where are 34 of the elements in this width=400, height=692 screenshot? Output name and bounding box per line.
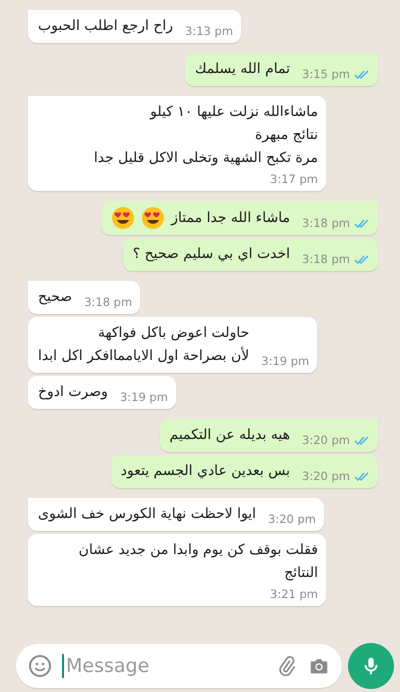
message-field[interactable]: Message (16, 644, 342, 688)
message-text: وصرت ادوخ (38, 383, 108, 402)
message-time: 3:20 pm (268, 512, 316, 526)
message-text: ايوا لاحظت نهاية الكورس خف الشوى (38, 505, 256, 524)
message-text: ماشاءالله نزلت عليها ١٠ كيلو (148, 103, 318, 122)
message-time: 3:19 pm (120, 390, 168, 404)
message-time: 3:21 pm (270, 587, 318, 601)
message-text: راح ارجع اطلب الحبوب (38, 17, 174, 36)
message-text: لأن بصراحة اول الايامماافكر اكل ابدا (38, 346, 250, 366)
message-text: صحيح (38, 288, 72, 307)
message-input[interactable]: Message (62, 654, 266, 678)
message-text: تمام الله يسلمك (194, 60, 290, 79)
message-text: ماشاء الله جدا ممتاز (171, 208, 290, 228)
message-time: 3:20 pm (302, 469, 350, 483)
message-time: 3:18 pm (302, 252, 350, 266)
message-time: 3:13 pm (185, 24, 234, 38)
microphone-button[interactable] (348, 643, 394, 689)
heart-eyes-emoji-icon (111, 206, 136, 230)
message-time: 3:17 pm (270, 172, 318, 186)
message-time: 3:19 pm (261, 354, 310, 368)
message-text: فقلت بوقف كن يوم وابدا من جديد عشان (78, 541, 318, 560)
message-text: حاولت اعوض باكل فواكهة (96, 324, 250, 343)
message-text: اخدت اي بي سليم صحيح ؟ (132, 245, 290, 264)
message-text: مرة تكبح الشهية وتخلى الاكل قليل جدا (94, 149, 318, 168)
emoji-icon[interactable] (28, 654, 52, 678)
message-text: نتائج مبهرة (254, 126, 318, 145)
message-time: 3:18 pm (84, 295, 132, 309)
message-time: 3:18 pm (302, 216, 350, 230)
message-time: 3:20 pm (302, 433, 350, 447)
heart-eyes-emoji-icon (141, 206, 166, 230)
message-text: النتائج (283, 564, 318, 583)
message-text: بس بعدين عادي الجسم يتعود (120, 462, 290, 481)
message-time: 3:15 pm (302, 67, 350, 81)
message-text: هيه بديله عن التكميم (170, 426, 290, 445)
